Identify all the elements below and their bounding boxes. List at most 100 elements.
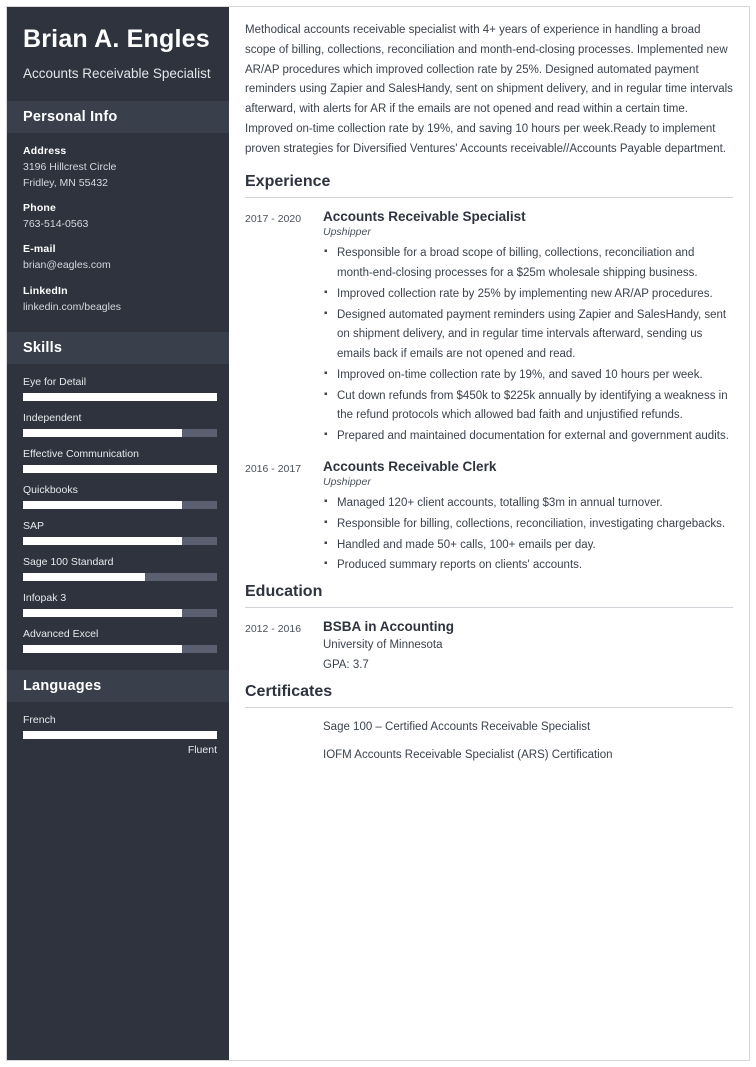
skill-bar-track [23, 644, 217, 653]
certificates-heading: Certificates [245, 683, 733, 708]
certificates-list: Sage 100 – Certified Accounts Receivable… [245, 718, 733, 765]
skill-bar-track [23, 500, 217, 509]
skill-bar-fill [23, 608, 183, 617]
skill-bar-track [23, 392, 217, 401]
bullet-item: Handled and made 50+ calls, 100+ emails … [324, 535, 733, 556]
info-label-address: Address [23, 144, 67, 157]
info-value-linkedin[interactable]: linkedin.com/beagles [23, 300, 213, 315]
info-item-linkedin: LinkedIn linkedin.com/beagles [23, 285, 213, 315]
bullet-item: Cut down refunds from $450k to $225k ann… [324, 386, 733, 427]
info-label-email: E-mail [23, 243, 56, 256]
info-item-phone: Phone 763-514-0563 [23, 202, 213, 232]
name-block: Brian A. Engles Accounts Receivable Spec… [7, 7, 229, 101]
language-bar-fill [23, 730, 217, 739]
experience-company: Upshipper [323, 226, 371, 239]
info-value-address-line1: 3196 Hillcrest Circle [23, 160, 117, 173]
education-degree: BSBA in Accounting [323, 619, 454, 635]
info-label-phone: Phone [23, 202, 57, 215]
experience-body: Accounts Receivable Specialist Upshipper… [323, 209, 733, 448]
resume-document: Brian A. Engles Accounts Receivable Spec… [6, 6, 750, 1061]
experience-date: 2016 - 2017 [245, 463, 302, 476]
skill-name: Eye for Detail [23, 375, 87, 388]
skill-item: Sage 100 Standard [23, 555, 217, 581]
bullet-item: Responsible for billing, collections, re… [324, 514, 733, 535]
experience-date: 2017 - 2020 [245, 213, 302, 226]
skill-bar-fill [23, 572, 146, 581]
resume-page: Brian A. Engles Accounts Receivable Spec… [0, 0, 756, 1067]
professional-summary: Methodical accounts receivable specialis… [245, 24, 733, 155]
skill-name: Quickbooks [23, 483, 78, 496]
experience-job-title: Accounts Receivable Clerk [323, 459, 497, 475]
skills-heading: Skills [7, 331, 229, 364]
sidebar: Brian A. Engles Accounts Receivable Spec… [7, 7, 229, 1060]
language-item: French Fluent [23, 713, 217, 756]
languages-body: French Fluent [7, 702, 229, 773]
experience-body: Accounts Receivable Clerk Upshipper Mana… [323, 459, 733, 577]
info-value-phone: 763-514-0563 [23, 218, 89, 231]
skill-bar-fill [23, 644, 183, 653]
skill-item: Infopak 3 [23, 591, 217, 617]
education-gpa: GPA: 3.7 [323, 659, 369, 672]
experience-entry: 2017 - 2020 Accounts Receivable Speciali… [245, 209, 733, 448]
skill-bar-fill [23, 464, 217, 473]
experience-bullets: Responsible for a broad scope of billing… [323, 243, 733, 447]
language-proficiency: Fluent [187, 743, 217, 756]
bullet-item: Designed automated payment reminders usi… [324, 305, 733, 365]
skill-bar-fill [23, 536, 183, 545]
bullet-item: Produced summary reports on clients' acc… [324, 555, 733, 576]
skill-item: Advanced Excel [23, 627, 217, 653]
skill-bar-fill [23, 428, 183, 437]
education-section: Education 2012 - 2016 BSBA in Accounting… [245, 583, 733, 677]
language-name: French [23, 713, 56, 726]
language-bar-track [23, 730, 217, 739]
skill-bar-track [23, 464, 217, 473]
info-value-email[interactable]: brian@eagles.com [23, 258, 213, 273]
skill-item: Eye for Detail [23, 375, 217, 401]
bullet-item: Improved on-time collection rate by 19%,… [324, 365, 733, 386]
skill-bar-track [23, 428, 217, 437]
skill-name: Independent [23, 411, 82, 424]
skill-name: SAP [23, 519, 45, 532]
education-school: University of Minnesota [323, 639, 443, 652]
skill-item: SAP [23, 519, 217, 545]
info-label-linkedin: LinkedIn [23, 284, 68, 297]
skill-bar-fill [23, 500, 183, 509]
bullet-item: Improved collection rate by 25% by imple… [324, 284, 733, 305]
experience-heading: Experience [245, 173, 733, 199]
info-item-email: E-mail brian@eagles.com [23, 243, 213, 273]
skill-name: Advanced Excel [23, 627, 99, 640]
skill-bar-track [23, 572, 217, 581]
experience-company: Upshipper [323, 476, 371, 489]
skill-bar-track [23, 536, 217, 545]
bullet-item: Responsible for a broad scope of billing… [324, 243, 733, 284]
bullet-item: Managed 120+ client accounts, totalling … [324, 493, 733, 514]
skill-bar-fill [23, 392, 217, 401]
certificate-item: IOFM Accounts Receivable Specialist (ARS… [323, 749, 613, 762]
languages-heading: Languages [7, 669, 229, 702]
skill-bar-track [23, 608, 217, 617]
skill-name: Sage 100 Standard [23, 555, 114, 568]
education-entry: 2012 - 2016 BSBA in Accounting Universit… [245, 619, 733, 677]
certificate-item: Sage 100 – Certified Accounts Receivable… [323, 720, 591, 733]
experience-section: Experience 2017 - 2020 Accounts Receivab… [245, 173, 733, 577]
bullet-item: Prepared and maintained documentation fo… [324, 426, 733, 447]
experience-job-title: Accounts Receivable Specialist [323, 209, 526, 225]
info-item-address: Address 3196 Hillcrest Circle Fridley, M… [23, 145, 213, 191]
skill-item: Independent [23, 411, 217, 437]
education-heading: Education [245, 583, 733, 609]
certificates-section: Certificates Sage 100 – Certified Accoun… [245, 683, 733, 765]
skill-name: Effective Communication [23, 447, 139, 460]
personal-info-body: Address 3196 Hillcrest Circle Fridley, M… [7, 133, 229, 332]
candidate-name: Brian A. Engles [23, 25, 210, 53]
main-content: Methodical accounts receivable specialis… [229, 7, 749, 1060]
candidate-job-title: Accounts Receivable Specialist [23, 65, 211, 81]
experience-entry: 2016 - 2017 Accounts Receivable Clerk Up… [245, 459, 733, 577]
skill-name: Infopak 3 [23, 591, 67, 604]
info-value-address-line2: Fridley, MN 55432 [23, 176, 109, 189]
personal-info-heading: Personal Info [7, 100, 229, 133]
experience-bullets: Managed 120+ client accounts, totalling … [323, 493, 733, 576]
education-date: 2012 - 2016 [245, 623, 302, 636]
education-body: BSBA in Accounting University of Minneso… [323, 619, 733, 677]
skills-body: Eye for Detail Independent Effective Com… [7, 364, 229, 670]
skill-item: Quickbooks [23, 483, 217, 509]
